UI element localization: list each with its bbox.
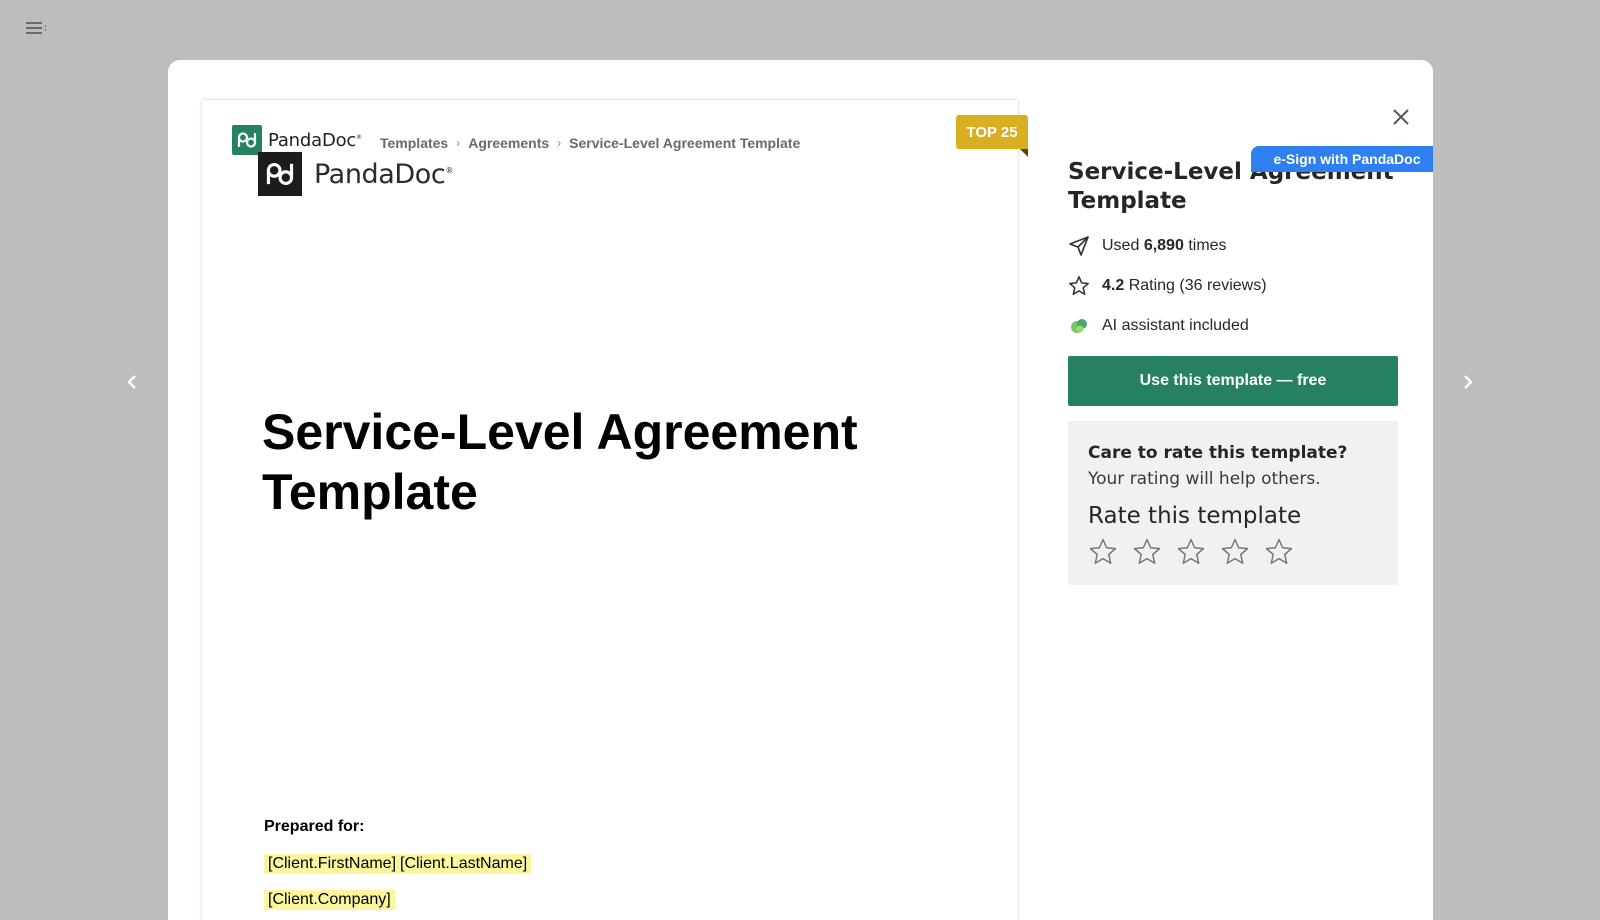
rate-star-2-icon[interactable] [1132,537,1162,567]
pandadoc-brand-logo[interactable]: PandaDoc ® [232,125,362,155]
ai-sparkle-icon [1068,315,1102,337]
top-25-badge: TOP 25 [956,115,1028,157]
close-icon[interactable] [1390,106,1412,128]
rating-value: 4.2 [1102,277,1125,294]
rating-help-text: Your rating will help others. [1088,469,1321,489]
client-firstname-field[interactable]: [Client.FirstName] [264,854,401,874]
document-preview[interactable]: PandaDoc ® Templates › Agreements › Servi… [202,100,1018,920]
menu-icon[interactable] [24,18,48,38]
client-company-field[interactable]: [Client.Company] [264,890,395,910]
previous-template-arrow-icon[interactable] [122,370,142,394]
rating-text: Rating (36 reviews) [1128,277,1267,294]
document-logo-text: PandaDoc [314,158,446,190]
pandadoc-logo-icon [258,152,302,196]
breadcrumb-agreements-link[interactable]: Agreements [468,135,549,151]
esign-ribbon: e-Sign with PandaDoc [1251,146,1433,172]
client-lastname-field[interactable]: [Client.LastName] [396,854,532,874]
breadcrumb-templates-link[interactable]: Templates [380,135,448,151]
used-prefix: Used [1102,237,1140,254]
pandadoc-logo-icon [232,125,262,155]
used-count: 6,890 [1143,237,1184,254]
chevron-right-icon: › [456,136,461,150]
document-logo: PandaDoc ® [258,152,453,196]
next-template-arrow-icon[interactable] [1458,370,1478,394]
ai-assistant-text: AI assistant included [1102,317,1249,334]
ai-assistant-stat: AI assistant included [1068,306,1398,346]
document-title: Service-Level Agreement Template [262,404,858,520]
usage-stat: Used 6,890 times [1068,226,1398,266]
template-details-panel: Service-Level Agreement Template Used 6,… [1068,158,1398,585]
rating-heading: Rate this template [1088,503,1302,529]
chevron-right-icon: › [557,136,562,150]
breadcrumb: Templates › Agreements › Service-Level A… [380,135,800,151]
rating-box: Care to rate this template? Your rating … [1068,421,1398,585]
use-template-button[interactable]: Use this template — free [1068,356,1398,406]
rating-question: Care to rate this template? [1088,443,1348,463]
star-icon [1068,275,1102,297]
rate-star-5-icon[interactable] [1264,537,1294,567]
rating-stat: 4.2 Rating (36 reviews) [1068,266,1398,306]
brand-wordmark: PandaDoc [268,129,357,151]
used-suffix: times [1188,237,1227,254]
template-modal: PandaDoc ® Templates › Agreements › Servi… [168,60,1433,920]
rate-star-1-icon[interactable] [1088,537,1118,567]
breadcrumb-current: Service-Level Agreement Template [569,135,801,151]
rate-star-3-icon[interactable] [1176,537,1206,567]
send-icon [1068,235,1102,257]
star-rating-input[interactable] [1088,537,1378,567]
prepared-for-label: Prepared for: [264,818,365,835]
rate-star-4-icon[interactable] [1220,537,1250,567]
